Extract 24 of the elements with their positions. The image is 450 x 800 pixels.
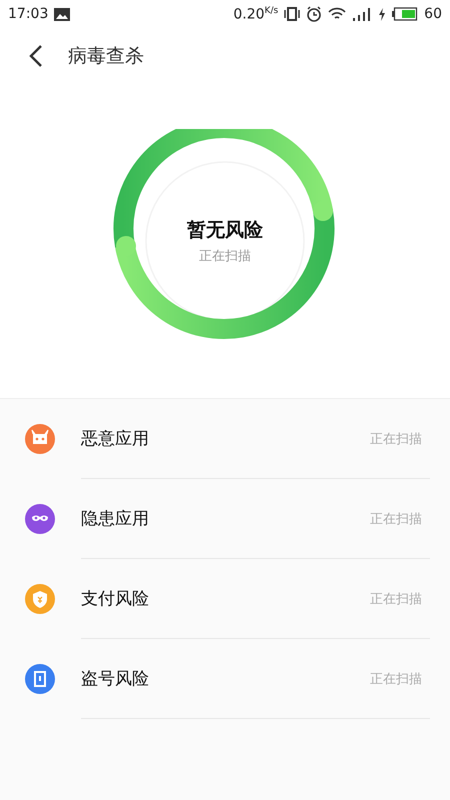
scan-state: 正在扫描 [370, 590, 422, 608]
scan-state: 正在扫描 [370, 510, 422, 528]
battery-percent: 60 [424, 6, 442, 22]
charging-icon [378, 8, 386, 20]
scan-state: 正在扫描 [370, 430, 422, 448]
status-time: 17:03 [8, 6, 48, 22]
battery-icon [392, 7, 418, 21]
risk-label: 盗号风险 [81, 668, 150, 690]
vibrate-icon [284, 7, 300, 21]
scan-state: 正在扫描 [370, 670, 422, 688]
risk-label: 恶意应用 [81, 428, 150, 450]
wifi-icon [328, 7, 346, 21]
robot-icon [25, 424, 55, 454]
phone-icon [25, 664, 55, 694]
risk-label: 隐患应用 [81, 508, 150, 530]
image-icon [54, 8, 70, 20]
scan-status: 暂无风险 [187, 218, 263, 243]
alarm-icon [306, 6, 322, 22]
shield-icon [25, 584, 55, 614]
signal-icon [352, 8, 372, 20]
page-title: 病毒查杀 [68, 44, 144, 69]
network-speed: 0.20$^{K/s}$ [233, 6, 278, 22]
risk-label: 支付风险 [81, 588, 150, 610]
mask-icon [25, 504, 55, 534]
